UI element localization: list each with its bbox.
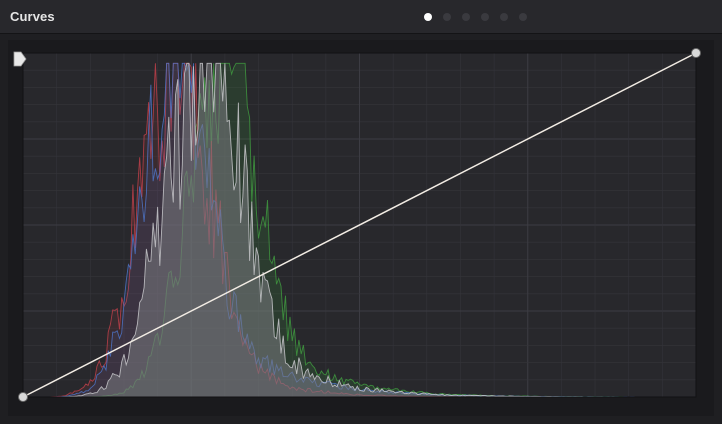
panel-title: Curves	[10, 9, 55, 24]
curve-graph[interactable]	[8, 40, 714, 416]
page-dot[interactable]	[443, 13, 451, 21]
page-dot[interactable]	[462, 13, 470, 21]
curve-control-point[interactable]	[18, 392, 28, 402]
page-dot[interactable]	[481, 13, 489, 21]
panel-header: Curves	[0, 0, 722, 34]
page-indicator	[424, 13, 527, 22]
page-dot[interactable]	[519, 13, 527, 21]
curves-panel: Curves	[0, 0, 722, 424]
page-dot[interactable]	[500, 13, 508, 21]
curve-control-point[interactable]	[691, 48, 701, 58]
page-dot[interactable]	[424, 13, 432, 21]
curve-editor[interactable]	[8, 40, 714, 416]
